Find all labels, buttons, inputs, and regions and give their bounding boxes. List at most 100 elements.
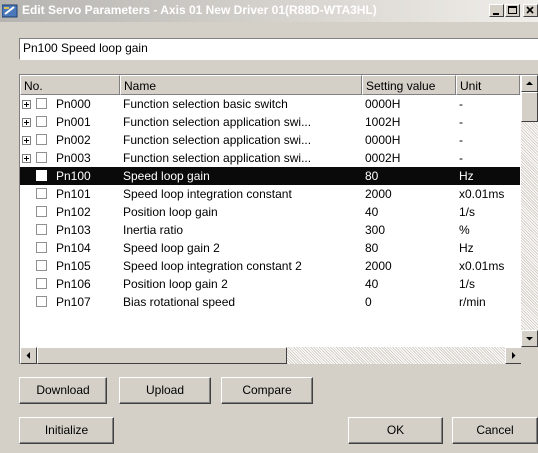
column-header-setting-value[interactable]: Setting value xyxy=(362,75,456,95)
expand-plus-icon[interactable] xyxy=(22,136,31,145)
row-checkbox[interactable] xyxy=(36,188,47,199)
table-row[interactable]: Pn103 Inertia ratio 300% xyxy=(20,221,520,239)
row-no: Pn102 xyxy=(56,205,91,219)
title-bar[interactable]: Edit Servo Parameters - Axis 01 New Driv… xyxy=(0,0,538,22)
row-checkbox[interactable] xyxy=(36,116,47,127)
expand-plus-icon[interactable] xyxy=(22,118,31,127)
column-header-no[interactable]: No. xyxy=(20,75,120,95)
row-name: Speed loop gain 2 xyxy=(123,241,220,255)
row-unit: x0.01ms xyxy=(459,187,505,201)
row-setting-value[interactable]: 80 xyxy=(365,169,455,183)
table-row[interactable]: Pn000 Function selection basic switch 0000… xyxy=(20,95,520,113)
expand-plus-icon[interactable] xyxy=(22,154,31,163)
arrow-right-icon xyxy=(512,352,516,359)
compare-button[interactable]: Compare xyxy=(221,377,313,404)
row-setting-value[interactable]: 1002H xyxy=(365,115,455,129)
row-checkbox[interactable] xyxy=(36,170,47,181)
row-checkbox[interactable] xyxy=(36,278,47,289)
parameter-table[interactable]: No. Name Setting value Unit Pn000 Functio… xyxy=(19,74,538,364)
row-no: Pn107 xyxy=(56,295,91,309)
row-name: Function selection application swi... xyxy=(123,115,312,129)
row-unit: - xyxy=(459,151,463,165)
row-unit: Hz xyxy=(459,241,474,255)
table-row[interactable]: Pn101 Speed loop integration constant 2000… xyxy=(20,185,520,203)
row-no: Pn104 xyxy=(56,241,91,255)
row-name: Function selection application swi... xyxy=(123,151,312,165)
row-name: Speed loop gain xyxy=(123,169,210,183)
table-row[interactable]: Pn104 Speed loop gain 2 80 Hz xyxy=(20,239,520,257)
row-no: Pn103 xyxy=(56,223,91,237)
row-setting-value[interactable]: 0 xyxy=(365,295,455,309)
row-unit: Hz xyxy=(459,169,474,183)
row-checkbox[interactable] xyxy=(36,134,47,145)
row-checkbox[interactable] xyxy=(36,296,47,307)
table-row[interactable]: Pn002 Function selection application swi.… xyxy=(20,131,520,149)
window-title: Edit Servo Parameters - Axis 01 New Driv… xyxy=(22,3,377,17)
row-no: Pn002 xyxy=(56,133,91,147)
row-checkbox[interactable] xyxy=(36,260,47,271)
table-row[interactable]: Pn102 Position loop gain 40 1/s xyxy=(20,203,520,221)
download-button[interactable]: Download xyxy=(19,377,107,404)
cancel-button[interactable]: Cancel xyxy=(452,417,538,444)
minimize-button[interactable] xyxy=(489,4,504,17)
horizontal-scroll-thumb[interactable] xyxy=(37,347,287,364)
row-name: Function selection basic switch xyxy=(123,97,288,111)
row-setting-value[interactable]: 0000H xyxy=(365,97,455,111)
maximize-icon xyxy=(508,6,517,14)
row-checkbox[interactable] xyxy=(36,152,47,163)
row-checkbox[interactable] xyxy=(36,206,47,217)
row-unit: - xyxy=(459,97,463,111)
row-no: Pn106 xyxy=(56,277,91,291)
parameter-description-field: Pn100 Speed loop gain xyxy=(19,38,538,60)
row-setting-value[interactable]: 80 xyxy=(365,241,455,255)
minimize-icon xyxy=(493,13,499,15)
row-no: Pn000 xyxy=(56,97,91,111)
row-checkbox[interactable] xyxy=(36,224,47,235)
row-unit: r/min xyxy=(459,295,486,309)
scrollbar-corner xyxy=(521,347,538,364)
scroll-right-button[interactable] xyxy=(505,347,522,364)
vertical-scrollbar[interactable] xyxy=(521,75,538,347)
row-checkbox[interactable] xyxy=(36,242,47,253)
row-unit: % xyxy=(459,223,470,237)
column-header-unit[interactable]: Unit xyxy=(456,75,520,95)
edit-parameters-icon xyxy=(1,3,18,19)
table-row[interactable]: Pn105 Speed loop integration constant 2 20… xyxy=(20,257,520,275)
row-name: Inertia ratio xyxy=(123,223,184,237)
scroll-up-button[interactable] xyxy=(521,75,538,92)
row-no: Pn100 xyxy=(56,169,91,183)
row-setting-value[interactable]: 0000H xyxy=(365,133,455,147)
upload-button[interactable]: Upload xyxy=(119,377,211,404)
table-row[interactable]: Pn107 Bias rotational speed 0 r/min xyxy=(20,293,520,311)
ok-button[interactable]: OK xyxy=(348,417,443,444)
row-unit: 1/s xyxy=(459,205,476,219)
horizontal-scrollbar[interactable] xyxy=(20,347,522,364)
row-checkbox[interactable] xyxy=(36,98,47,109)
scroll-down-button[interactable] xyxy=(521,330,538,347)
scroll-left-button[interactable] xyxy=(20,347,37,364)
row-name: Position loop gain 2 xyxy=(123,277,228,291)
row-setting-value[interactable]: 40 xyxy=(365,205,455,219)
arrow-up-icon xyxy=(526,81,533,85)
initialize-button[interactable]: Initialize xyxy=(19,417,114,444)
row-name: Bias rotational speed xyxy=(123,295,236,309)
row-setting-value[interactable]: 2000 xyxy=(365,187,455,201)
maximize-button[interactable] xyxy=(505,4,520,17)
row-name: Speed loop integration constant 2 xyxy=(123,259,302,273)
table-row[interactable]: Pn100 Speed loop gain 80 Hz xyxy=(20,167,520,185)
vertical-scroll-thumb[interactable] xyxy=(521,92,538,122)
row-no: Pn003 xyxy=(56,151,91,165)
row-setting-value[interactable]: 40 xyxy=(365,277,455,291)
expand-plus-icon[interactable] xyxy=(22,100,31,109)
row-setting-value[interactable]: 300 xyxy=(365,223,455,237)
close-button[interactable] xyxy=(523,4,538,17)
table-row[interactable]: Pn001 Function selection application swi.… xyxy=(20,113,520,131)
row-unit: - xyxy=(459,133,463,147)
row-no: Pn001 xyxy=(56,115,91,129)
row-setting-value[interactable]: 2000 xyxy=(365,259,455,273)
row-setting-value[interactable]: 0002H xyxy=(365,151,455,165)
table-row[interactable]: Pn106 Position loop gain 2 40 1/s xyxy=(20,275,520,293)
column-header-name[interactable]: Name xyxy=(120,75,362,95)
row-no: Pn105 xyxy=(56,259,91,273)
table-row[interactable]: Pn003 Function selection application swi.… xyxy=(20,149,520,167)
